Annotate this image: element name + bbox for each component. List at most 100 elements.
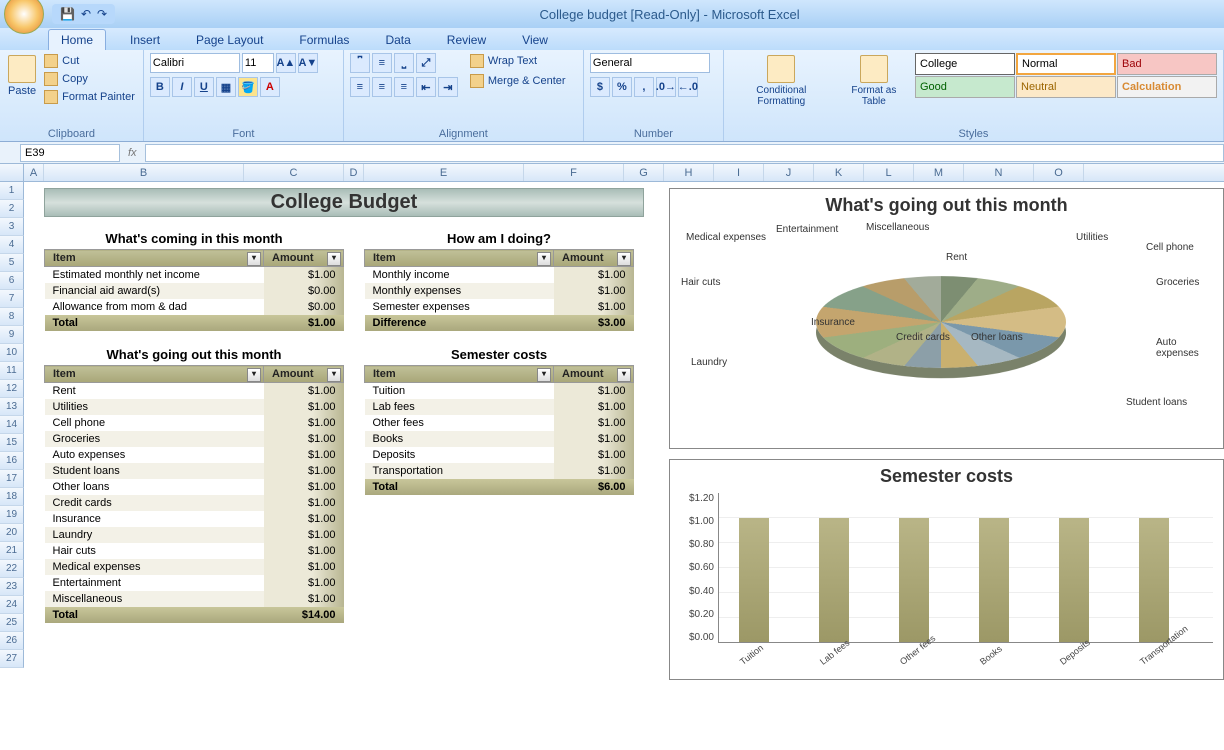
row-header[interactable]: 4	[0, 236, 24, 254]
table-row[interactable]: Auto expenses$1.00	[45, 447, 344, 463]
style-college[interactable]: College	[915, 53, 1015, 75]
row-header[interactable]: 21	[0, 542, 24, 560]
save-icon[interactable]: 💾	[60, 7, 75, 21]
filter-icon[interactable]: ▾	[617, 252, 631, 266]
row-header[interactable]: 1	[0, 182, 24, 200]
merge-center-button[interactable]: Merge & Center	[468, 73, 568, 89]
filter-icon[interactable]: ▾	[247, 368, 261, 382]
table-row[interactable]: Laundry$1.00	[45, 527, 344, 543]
row-header[interactable]: 15	[0, 434, 24, 452]
row-header[interactable]: 9	[0, 326, 24, 344]
table-row[interactable]: Lab fees$1.00	[365, 399, 634, 415]
row-header[interactable]: 18	[0, 488, 24, 506]
col-header[interactable]: H	[664, 164, 714, 181]
wrap-text-button[interactable]: Wrap Text	[468, 53, 568, 69]
table-row[interactable]: Cell phone$1.00	[45, 415, 344, 431]
row-header[interactable]: 10	[0, 344, 24, 362]
bar-chart[interactable]: Semester costs $1.20$1.00$0.80$0.60$0.40…	[669, 459, 1224, 680]
increase-indent-button[interactable]: ⇥	[438, 77, 458, 97]
redo-icon[interactable]: ↷	[97, 7, 107, 21]
style-bad[interactable]: Bad	[1117, 53, 1217, 75]
table-row[interactable]: Allowance from mom & dad$0.00	[45, 299, 344, 315]
col-header[interactable]: A	[24, 164, 44, 181]
table-row[interactable]: Groceries$1.00	[45, 431, 344, 447]
table-row[interactable]: Semester expenses$1.00	[365, 299, 634, 315]
filter-icon[interactable]: ▾	[327, 368, 341, 382]
border-button[interactable]: ▦	[216, 77, 236, 97]
table-row[interactable]: Student loans$1.00	[45, 463, 344, 479]
align-left-button[interactable]: ≡	[350, 77, 370, 97]
italic-button[interactable]: I	[172, 77, 192, 97]
how-doing-table[interactable]: Item▾Amount▾Monthly income$1.00Monthly e…	[364, 249, 634, 331]
row-header[interactable]: 11	[0, 362, 24, 380]
undo-icon[interactable]: ↶	[81, 7, 91, 21]
tab-home[interactable]: Home	[48, 29, 106, 50]
decrease-indent-button[interactable]: ⇤	[416, 77, 436, 97]
table-row[interactable]: Financial aid award(s)$0.00	[45, 283, 344, 299]
col-header[interactable]: I	[714, 164, 764, 181]
style-good[interactable]: Good	[915, 76, 1015, 98]
col-header[interactable]: M	[914, 164, 964, 181]
increase-decimal-button[interactable]: .0→	[656, 77, 676, 97]
grow-font-button[interactable]: A▲	[276, 53, 296, 73]
orientation-button[interactable]: ⤢	[416, 53, 436, 73]
paste-button[interactable]: Paste	[6, 53, 38, 99]
font-size-combo[interactable]	[242, 53, 274, 73]
table-row[interactable]: Insurance$1.00	[45, 511, 344, 527]
row-header[interactable]: 22	[0, 560, 24, 578]
row-header[interactable]: 7	[0, 290, 24, 308]
table-row[interactable]: Other fees$1.00	[365, 415, 634, 431]
coming-in-table[interactable]: Item▾Amount▾Estimated monthly net income…	[44, 249, 344, 331]
table-row[interactable]: Monthly income$1.00	[365, 267, 634, 284]
table-row[interactable]: Credit cards$1.00	[45, 495, 344, 511]
row-header[interactable]: 17	[0, 470, 24, 488]
row-header[interactable]: 25	[0, 614, 24, 632]
format-as-table-button[interactable]: Format as Table	[837, 53, 911, 109]
copy-button[interactable]: Copy	[42, 71, 137, 87]
table-row[interactable]: Tuition$1.00	[365, 383, 634, 400]
font-color-button[interactable]: A	[260, 77, 280, 97]
col-header[interactable]: G	[624, 164, 664, 181]
row-header[interactable]: 13	[0, 398, 24, 416]
table-row[interactable]: Rent$1.00	[45, 383, 344, 400]
table-row[interactable]: Entertainment$1.00	[45, 575, 344, 591]
cell-styles-gallery[interactable]: College Normal Bad Good Neutral Calculat…	[915, 53, 1217, 98]
align-bottom-button[interactable]: ⎵	[394, 53, 414, 73]
filter-icon[interactable]: ▾	[537, 252, 551, 266]
tab-view[interactable]: View	[510, 30, 560, 50]
row-header[interactable]: 27	[0, 650, 24, 668]
row-header[interactable]: 16	[0, 452, 24, 470]
col-header[interactable]: N	[964, 164, 1034, 181]
col-header[interactable]: D	[344, 164, 364, 181]
comma-button[interactable]: ,	[634, 77, 654, 97]
tab-data[interactable]: Data	[373, 30, 422, 50]
row-header[interactable]: 23	[0, 578, 24, 596]
font-name-combo[interactable]	[150, 53, 240, 73]
going-out-table[interactable]: Item▾Amount▾Rent$1.00Utilities$1.00Cell …	[44, 365, 344, 623]
table-row[interactable]: Medical expenses$1.00	[45, 559, 344, 575]
col-header[interactable]: F	[524, 164, 624, 181]
filter-icon[interactable]: ▾	[327, 252, 341, 266]
col-header[interactable]: J	[764, 164, 814, 181]
col-header[interactable]: E	[364, 164, 524, 181]
filter-icon[interactable]: ▾	[537, 368, 551, 382]
row-header[interactable]: 3	[0, 218, 24, 236]
currency-button[interactable]: $	[590, 77, 610, 97]
style-neutral[interactable]: Neutral	[1016, 76, 1116, 98]
align-right-button[interactable]: ≡	[394, 77, 414, 97]
number-format-combo[interactable]	[590, 53, 710, 73]
table-row[interactable]: Transportation$1.00	[365, 463, 634, 479]
tab-review[interactable]: Review	[435, 30, 498, 50]
underline-button[interactable]: U	[194, 77, 214, 97]
conditional-formatting-button[interactable]: Conditional Formatting	[730, 53, 833, 109]
align-center-button[interactable]: ≡	[372, 77, 392, 97]
col-header[interactable]: K	[814, 164, 864, 181]
col-header[interactable]: B	[44, 164, 244, 181]
name-box[interactable]	[20, 144, 120, 162]
table-row[interactable]: Estimated monthly net income$1.00	[45, 267, 344, 284]
row-header[interactable]: 19	[0, 506, 24, 524]
table-row[interactable]: Other loans$1.00	[45, 479, 344, 495]
row-header[interactable]: 6	[0, 272, 24, 290]
table-row[interactable]: Books$1.00	[365, 431, 634, 447]
style-normal[interactable]: Normal	[1016, 53, 1116, 75]
